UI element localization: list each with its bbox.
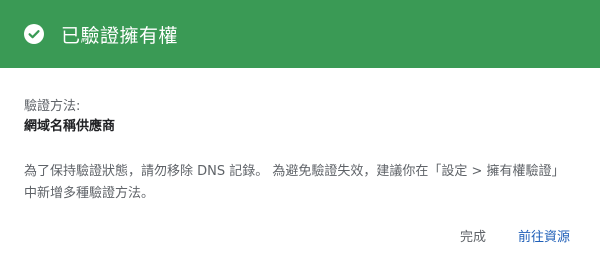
verification-dialog: 已驗證擁有權 驗證方法: 網域名稱供應商 為了保持驗證狀態，請勿移除 DNS 記… [0, 0, 600, 268]
method-label: 驗證方法: [24, 99, 81, 114]
dialog-actions: 完成 前往資源 [460, 229, 570, 247]
go-to-resource-button[interactable]: 前往資源 [518, 229, 570, 247]
dialog-title: 已驗證擁有權 [61, 24, 179, 47]
done-button[interactable]: 完成 [460, 229, 486, 247]
method-value: 網域名稱供應商 [24, 119, 116, 134]
check-circle-icon [24, 24, 44, 44]
dialog-body: 驗證方法: 網域名稱供應商 為了保持驗證狀態，請勿移除 DNS 記錄。 為避免驗… [0, 68, 600, 205]
dialog-header: 已驗證擁有權 [0, 0, 600, 68]
notice-text: 為了保持驗證狀態，請勿移除 DNS 記錄。 為避免驗證失效，建議你在「設定 > … [24, 164, 565, 201]
